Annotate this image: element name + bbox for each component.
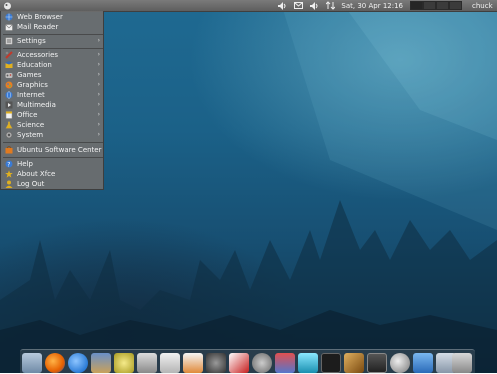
menu-item-system[interactable]: System › (3, 130, 103, 140)
workspace-4[interactable] (449, 1, 462, 10)
volume-icon[interactable] (309, 1, 319, 10)
settings-icon[interactable] (252, 353, 272, 373)
applications-menu: Web Browser Mail Reader Settings › Acces… (0, 11, 104, 190)
submenu-arrow-icon: › (97, 121, 100, 128)
text-editor-icon[interactable] (137, 353, 157, 373)
submenu-arrow-icon: › (97, 37, 100, 44)
menu-item-label: Internet (17, 91, 45, 99)
menu-item-label: Help (17, 160, 33, 168)
science-icon (5, 121, 13, 129)
menu-item-web-browser[interactable]: Web Browser (3, 12, 103, 22)
menu-separator (3, 142, 103, 143)
menu-item-label: Ubuntu Software Center (17, 146, 102, 154)
settings-icon (5, 37, 13, 45)
game-icon[interactable] (344, 353, 364, 373)
submenu-arrow-icon: › (97, 91, 100, 98)
console-icon[interactable] (367, 353, 387, 373)
applications-menu-button[interactable] (2, 1, 12, 11)
thunderbird-icon[interactable] (68, 353, 88, 373)
menu-item-about-xfce[interactable]: About Xfce (3, 169, 103, 179)
media-player-icon[interactable] (114, 353, 134, 373)
menu-item-log-out[interactable]: Log Out (3, 179, 103, 189)
user-name[interactable]: chuck (472, 2, 494, 10)
workspace-3[interactable] (436, 1, 449, 10)
menu-item-graphics[interactable]: Graphics › (3, 80, 103, 90)
mail-icon (5, 23, 13, 31)
software-center-icon (5, 146, 13, 154)
education-icon (5, 61, 13, 69)
workspace-2[interactable] (423, 1, 436, 10)
volume-icon[interactable] (277, 1, 287, 10)
dock (20, 349, 475, 374)
menu-item-label: Multimedia (17, 101, 56, 109)
office-icon (5, 111, 13, 119)
about-icon (5, 170, 13, 178)
cards-game-icon[interactable] (229, 353, 249, 373)
menu-item-label: Settings (17, 37, 46, 45)
document-viewer-icon[interactable] (183, 353, 203, 373)
menu-item-science[interactable]: Science › (3, 120, 103, 130)
internet-icon (5, 91, 13, 99)
menu-item-games[interactable]: Games › (3, 70, 103, 80)
system-tray: Sat, 30 Apr 12:16 chuck (274, 0, 497, 11)
menu-item-mail-reader[interactable]: Mail Reader (3, 22, 103, 32)
games-icon (5, 71, 13, 79)
menu-item-education[interactable]: Education › (3, 60, 103, 70)
mail-icon[interactable] (293, 1, 303, 10)
menu-item-office[interactable]: Office › (3, 110, 103, 120)
logout-icon (5, 180, 13, 188)
notes-icon[interactable] (160, 353, 180, 373)
menu-item-internet[interactable]: Internet › (3, 90, 103, 100)
workspace-1[interactable] (410, 1, 423, 10)
system-icon (5, 131, 13, 139)
firefox-icon[interactable] (45, 353, 65, 373)
menu-item-label: Games (17, 71, 42, 79)
globe-icon (5, 13, 13, 21)
submenu-arrow-icon: › (97, 71, 100, 78)
webcam-icon[interactable] (206, 353, 226, 373)
submenu-arrow-icon: › (97, 81, 100, 88)
menu-item-label: Science (17, 121, 45, 129)
menu-separator (3, 157, 103, 158)
menu-item-multimedia[interactable]: Multimedia › (3, 100, 103, 110)
menu-item-help[interactable]: ? Help (3, 159, 103, 169)
submenu-arrow-icon: › (97, 131, 100, 138)
menu-item-settings[interactable]: Settings › (3, 36, 103, 46)
xfce-logo-icon (3, 2, 11, 10)
submenu-arrow-icon: › (97, 111, 100, 118)
submenu-arrow-icon: › (97, 101, 100, 108)
network-icon[interactable] (325, 1, 335, 10)
accessories-icon (5, 51, 13, 59)
help-icon: ? (5, 160, 13, 168)
software-center-icon[interactable] (91, 353, 111, 373)
submenu-arrow-icon: › (97, 51, 100, 58)
terminal-icon[interactable] (321, 353, 341, 373)
menu-item-label: System (17, 131, 44, 139)
multimedia-icon (5, 101, 13, 109)
menu-separator (3, 34, 103, 35)
menu-item-label: Mail Reader (17, 23, 59, 31)
search-icon[interactable] (390, 353, 410, 373)
gem-game-icon[interactable] (298, 353, 318, 373)
svg-text:?: ? (7, 161, 10, 168)
menu-separator (3, 48, 103, 49)
menu-item-label: Education (17, 61, 52, 69)
trash-icon[interactable] (452, 353, 472, 373)
menu-item-ubuntu-software-center[interactable]: Ubuntu Software Center (3, 145, 103, 155)
download-icon[interactable] (413, 353, 433, 373)
workspace-switcher[interactable] (410, 1, 462, 10)
submenu-arrow-icon: › (97, 61, 100, 68)
network-icon[interactable] (275, 353, 295, 373)
menu-item-label: Accessories (17, 51, 59, 59)
menu-item-label: Office (17, 111, 38, 119)
file-manager-icon[interactable] (22, 353, 42, 373)
menu-item-label: Log Out (17, 180, 45, 188)
menu-item-label: Graphics (17, 81, 48, 89)
clock[interactable]: Sat, 30 Apr 12:16 (341, 2, 403, 10)
menu-item-label: Web Browser (17, 13, 63, 21)
menu-item-label: About Xfce (17, 170, 56, 178)
menu-item-accessories[interactable]: Accessories › (3, 50, 103, 60)
graphics-icon (5, 81, 13, 89)
